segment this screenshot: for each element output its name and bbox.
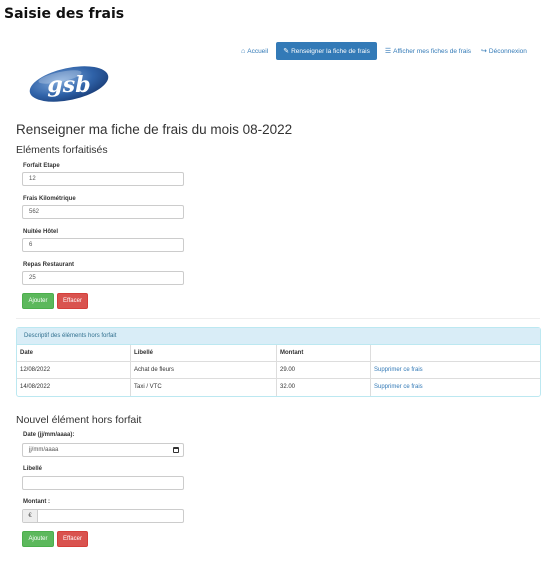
forfait-etape-input[interactable]: 12 xyxy=(22,172,184,186)
nuitee-hotel-label: Nuitée Hôtel xyxy=(23,229,59,235)
column-divider xyxy=(276,345,277,396)
row-libelle: Taxi / VTC xyxy=(134,384,162,390)
nav-afficher-label: Afficher mes fiches de frais xyxy=(393,47,472,55)
col-date-header: Date xyxy=(20,350,34,356)
home-icon: ⌂ xyxy=(241,47,246,55)
forfait-reset-button[interactable]: Effacer xyxy=(57,293,88,309)
list-icon: ☰ xyxy=(384,47,392,55)
nav-accueil[interactable]: ⌂ Accueil xyxy=(236,42,273,60)
gsb-logo: gsb xyxy=(29,66,109,102)
repas-restaurant-input[interactable]: 25 xyxy=(22,271,184,285)
nouvel-element-title: Nouvel élément hors forfait xyxy=(16,414,142,426)
montant-input-group: € xyxy=(22,509,184,523)
nuitee-hotel-input[interactable]: 6 xyxy=(22,238,184,252)
hors-forfait-reset-button[interactable]: Effacer xyxy=(57,531,88,547)
nav-deconnexion-label: Déconnexion xyxy=(488,47,527,55)
montant-label: Montant : xyxy=(23,499,50,505)
column-divider xyxy=(370,345,371,396)
column-divider xyxy=(130,345,131,396)
row-montant: 32.00 xyxy=(280,384,296,390)
hors-forfait-add-button[interactable]: Ajouter xyxy=(22,531,54,547)
delete-frais-link[interactable]: Supprimer ce frais xyxy=(374,367,423,373)
row-date: 14/08/2022 xyxy=(20,384,51,390)
forfait-section-title: Eléments forfaitisés xyxy=(16,144,108,156)
nav-afficher[interactable]: ☰ Afficher mes fiches de frais xyxy=(380,42,476,60)
hors-forfait-panel: Descriptif des éléments hors forfait Dat… xyxy=(16,327,541,397)
libelle-label: Libellé xyxy=(23,466,43,472)
nav-accueil-label: Accueil xyxy=(247,47,269,55)
date-input[interactable]: jj/mm/aaaa xyxy=(22,443,184,457)
nav-deconnexion[interactable]: ↪ Déconnexion xyxy=(476,42,532,60)
page-heading: Saisie des frais xyxy=(4,6,125,22)
forfait-etape-label: Forfait Etape xyxy=(23,163,60,169)
logout-icon: ↪ xyxy=(481,47,487,55)
table-row: 12/08/2022 Achat de fleurs 29.00 Supprim… xyxy=(17,362,540,379)
col-montant-header: Montant xyxy=(280,350,304,356)
table-header: Date Libellé Montant xyxy=(17,345,540,362)
panel-heading: Descriptif des éléments hors forfait xyxy=(17,328,540,345)
repas-restaurant-label: Repas Restaurant xyxy=(23,262,75,268)
date-label: Date (jj/mm/aaaa): xyxy=(23,432,75,438)
date-placeholder: jj/mm/aaaa xyxy=(29,447,59,453)
euro-addon: € xyxy=(23,510,38,522)
nav-renseigner[interactable]: ✎ Renseigner la fiche de frais xyxy=(276,42,377,60)
row-libelle: Achat de fleurs xyxy=(134,367,175,373)
table-row: 14/08/2022 Taxi / VTC 32.00 Supprimer ce… xyxy=(17,379,540,396)
frais-kilometrique-input[interactable]: 562 xyxy=(22,205,184,219)
frais-kilometrique-label: Frais Kilométrique xyxy=(23,196,76,202)
forfait-add-button[interactable]: Ajouter xyxy=(22,293,54,309)
col-libelle-header: Libellé xyxy=(134,350,154,356)
top-nav: ⌂ Accueil ✎ Renseigner la fiche de frais… xyxy=(236,42,532,60)
montant-input[interactable] xyxy=(38,510,183,522)
pencil-icon: ✎ xyxy=(283,47,290,55)
row-date: 12/08/2022 xyxy=(20,367,51,373)
delete-frais-link[interactable]: Supprimer ce frais xyxy=(374,384,423,390)
libelle-input[interactable] xyxy=(22,476,184,490)
row-montant: 29.00 xyxy=(280,367,296,373)
calendar-icon[interactable] xyxy=(173,447,179,453)
divider xyxy=(16,318,540,319)
page-title: Renseigner ma fiche de frais du mois 08-… xyxy=(16,122,293,137)
nav-renseigner-label: Renseigner la fiche de frais xyxy=(291,47,370,55)
svg-text:gsb: gsb xyxy=(47,72,90,98)
